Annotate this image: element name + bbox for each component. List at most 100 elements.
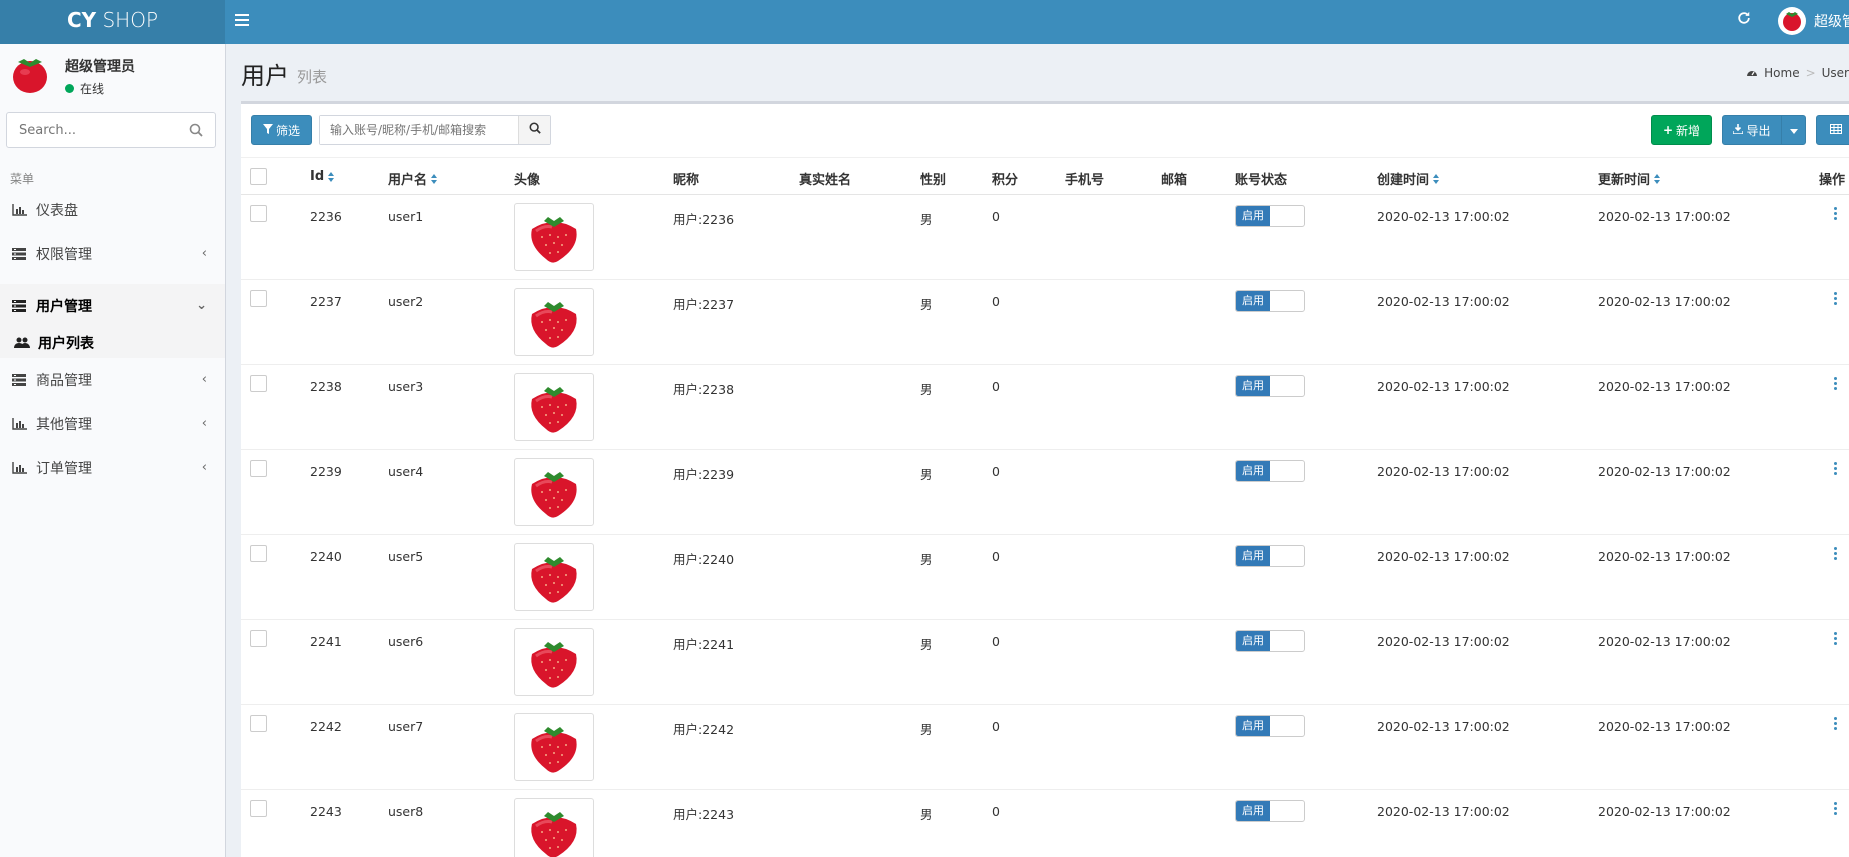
dashboard-icon: [1746, 66, 1758, 80]
avatar-thumbnail[interactable]: [514, 628, 594, 696]
table-row: 2241 user6 用户:2241 男 0 启用 2020-02-13 17:00:02 2…: [241, 620, 1849, 705]
sort-icon: [1433, 173, 1440, 184]
add-button[interactable]: + 新增: [1651, 115, 1712, 145]
avatar-thumbnail[interactable]: [514, 713, 594, 781]
row-checkbox[interactable]: [250, 375, 267, 392]
sidebar-item-dashboard[interactable]: 仪表盘: [0, 188, 225, 232]
cell-username: user2: [388, 294, 424, 309]
search-icon[interactable]: [189, 123, 203, 141]
sidebar-item-label: 订单管理: [36, 461, 92, 477]
user-panel: 超级管理员 在线: [0, 44, 225, 106]
sidebar-item-orders[interactable]: 订单管理 ‹: [0, 446, 225, 490]
sidebar-item-label: 其他管理: [36, 417, 92, 433]
sidebar-search-input[interactable]: [7, 113, 177, 147]
column-header-label: 头像: [514, 173, 541, 188]
sidebar: 超级管理员 在线 菜单 仪表盘 权限管理 ‹ 用户管理 ⌄ 用户列表 商品管理 …: [0, 44, 226, 857]
columns-button[interactable]: [1816, 115, 1849, 145]
status-toggle[interactable]: 启用: [1235, 630, 1305, 652]
avatar-thumbnail[interactable]: [514, 203, 594, 271]
cell-nickname: 用户:2242: [673, 722, 735, 737]
row-checkbox[interactable]: [250, 715, 267, 732]
avatar-thumbnail[interactable]: [514, 288, 594, 356]
column-header-phone: 手机号: [1065, 169, 1104, 188]
cell-created: 2020-02-13 17:00:02: [1377, 804, 1510, 819]
top-user-name: 超级管: [1814, 14, 1849, 30]
status-toggle-label: 启用: [1236, 631, 1270, 651]
column-header-status: 账号状态: [1235, 169, 1287, 188]
cell-username: user1: [388, 209, 424, 224]
status-toggle[interactable]: 启用: [1235, 800, 1305, 822]
more-actions-icon[interactable]: [1831, 717, 1839, 733]
sidebar-toggle-icon[interactable]: [235, 11, 255, 31]
more-actions-icon[interactable]: [1831, 377, 1839, 393]
avatar-thumbnail[interactable]: [514, 458, 594, 526]
export-button[interactable]: 导出: [1722, 115, 1782, 145]
cell-gender: 男: [920, 382, 933, 397]
table-row: 2243 user8 用户:2243 男 0 启用 2020-02-13 17:00:02 2…: [241, 790, 1849, 857]
cell-created: 2020-02-13 17:00:02: [1377, 294, 1510, 309]
sidebar-subitem-user-list[interactable]: 用户列表: [0, 328, 225, 358]
column-header-username[interactable]: 用户名: [388, 169, 438, 188]
cell-id: 2240: [310, 549, 342, 564]
status-toggle[interactable]: 启用: [1235, 545, 1305, 567]
cell-gender: 男: [920, 552, 933, 567]
more-actions-icon[interactable]: [1831, 462, 1839, 478]
page-subtitle: 列表: [297, 68, 328, 86]
sidebar-item-products[interactable]: 商品管理 ‹: [0, 358, 225, 402]
sort-icon: [1654, 173, 1661, 184]
row-checkbox[interactable]: [250, 630, 267, 647]
sidebar-item-users[interactable]: 用户管理 ⌄: [0, 284, 225, 328]
row-checkbox[interactable]: [250, 205, 267, 222]
cell-points: 0: [992, 209, 1000, 224]
avatar: [1778, 7, 1806, 35]
more-actions-icon[interactable]: [1831, 632, 1839, 648]
column-header-updated[interactable]: 更新时间: [1598, 169, 1661, 188]
sidebar-item-label: 用户管理: [36, 299, 92, 315]
sidebar-item-others[interactable]: 其他管理 ‹: [0, 402, 225, 446]
row-checkbox[interactable]: [250, 290, 267, 307]
list-icon: [12, 300, 28, 312]
avatar-thumbnail[interactable]: [514, 373, 594, 441]
app-logo[interactable]: CY SHOP: [0, 0, 225, 44]
more-actions-icon[interactable]: [1831, 547, 1839, 563]
status-toggle[interactable]: 启用: [1235, 290, 1305, 312]
top-user-menu[interactable]: 超级管: [1778, 6, 1849, 36]
avatar-thumbnail[interactable]: [514, 798, 594, 857]
column-header-id[interactable]: Id: [310, 169, 335, 184]
cell-id: 2237: [310, 294, 342, 309]
refresh-icon[interactable]: [1733, 9, 1755, 31]
row-checkbox[interactable]: [250, 460, 267, 477]
chevron-left-icon: ‹: [201, 372, 207, 387]
table-search-input[interactable]: [320, 116, 518, 144]
status-toggle[interactable]: 启用: [1235, 460, 1305, 482]
more-actions-icon[interactable]: [1831, 207, 1839, 223]
cell-nickname: 用户:2237: [673, 297, 735, 312]
status-toggle[interactable]: 启用: [1235, 375, 1305, 397]
plus-icon: +: [1662, 123, 1674, 137]
chevron-left-icon: ‹: [201, 460, 207, 475]
sidebar-subitem-label: 用户列表: [38, 336, 94, 352]
avatar-thumbnail[interactable]: [514, 543, 594, 611]
row-checkbox[interactable]: [250, 800, 267, 817]
status-toggle-label: 启用: [1236, 291, 1270, 311]
column-header-label: 积分: [992, 173, 1019, 188]
more-actions-icon[interactable]: [1831, 802, 1839, 818]
column-header-created[interactable]: 创建时间: [1377, 169, 1440, 188]
cell-points: 0: [992, 804, 1000, 819]
filter-button[interactable]: 筛选: [251, 115, 312, 145]
status-toggle[interactable]: 启用: [1235, 715, 1305, 737]
cell-points: 0: [992, 719, 1000, 734]
cell-username: user3: [388, 379, 424, 394]
cell-updated: 2020-02-13 17:00:02: [1598, 804, 1731, 819]
status-toggle[interactable]: 启用: [1235, 205, 1305, 227]
select-all-checkbox[interactable]: [250, 168, 267, 185]
cell-created: 2020-02-13 17:00:02: [1377, 634, 1510, 649]
search-button[interactable]: [518, 116, 550, 144]
sidebar-item-permissions[interactable]: 权限管理 ‹: [0, 232, 225, 276]
more-actions-icon[interactable]: [1831, 292, 1839, 308]
status-text: 在线: [80, 82, 105, 96]
row-checkbox[interactable]: [250, 545, 267, 562]
table-row: 2236 user1 用户:2236 男 0 启用 2020-02-13 17:00:02 2…: [241, 195, 1849, 280]
export-dropdown-button[interactable]: [1781, 115, 1806, 145]
breadcrumb-home[interactable]: Home: [1764, 66, 1799, 80]
